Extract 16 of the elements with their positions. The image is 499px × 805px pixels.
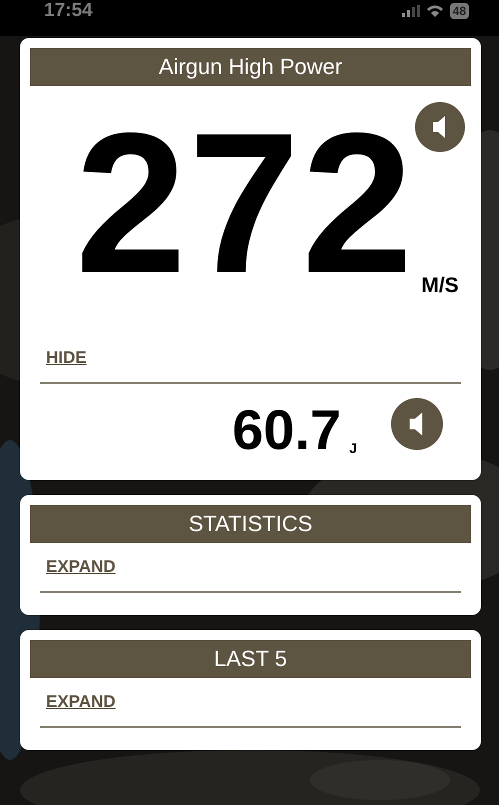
hide-link[interactable]: HIDE xyxy=(46,348,87,368)
expand-link[interactable]: EXPAND xyxy=(46,692,116,712)
energy-value: 60.7 xyxy=(232,402,342,458)
card-title: LAST 5 xyxy=(214,646,287,672)
energy-unit: J xyxy=(349,440,357,456)
status-time: 17:54 xyxy=(44,0,93,22)
velocity-unit: M/S xyxy=(421,274,459,298)
wifi-icon xyxy=(426,4,444,18)
expand-link[interactable]: EXPAND xyxy=(46,557,116,577)
battery-indicator: 48 xyxy=(450,3,469,19)
card-title: STATISTICS xyxy=(188,511,312,537)
velocity-value: 272 xyxy=(75,104,415,296)
signal-icon xyxy=(402,5,420,17)
speaker-icon[interactable] xyxy=(391,398,443,450)
card-title: Airgun High Power xyxy=(158,54,342,80)
speaker-icon[interactable] xyxy=(415,102,465,152)
